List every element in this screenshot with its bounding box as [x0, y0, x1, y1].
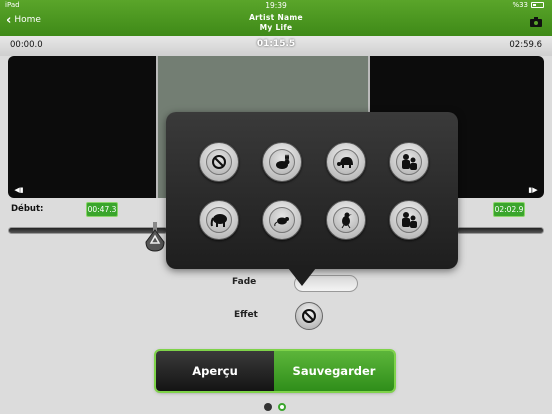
effects-popup [166, 112, 458, 269]
page-dot-1[interactable] [264, 403, 272, 411]
skip-start-icon[interactable]: ◀▮ [12, 186, 26, 195]
current-time: 01:15.5 [256, 39, 296, 49]
crowd-icon [402, 154, 417, 170]
scrub-knob[interactable] [144, 222, 166, 252]
status-battery: %33 [512, 1, 544, 9]
turtle-icon [337, 157, 353, 168]
elephant-icon [210, 214, 227, 227]
effect-turtle-button[interactable] [326, 142, 366, 182]
selection-start-handle[interactable] [156, 56, 158, 198]
battery-percent: %33 [512, 1, 528, 9]
scrub-track-right[interactable] [456, 227, 544, 234]
effect-elephant-button[interactable] [199, 200, 239, 240]
skip-end-icon[interactable]: ▮▶ [526, 186, 540, 195]
none-icon [302, 309, 316, 323]
effect-label: Effet [234, 310, 258, 320]
effect-crowd-2-button[interactable] [389, 200, 429, 240]
fade-label: Fade [232, 277, 257, 287]
camera-icon[interactable] [530, 17, 542, 27]
start-label: Début: [11, 204, 44, 214]
nav-bar: iPad 19:39 %33 ‹ Home Artist Name My Lif… [0, 0, 552, 36]
effect-rabbit-button[interactable] [262, 142, 302, 182]
current-effect-button[interactable] [295, 302, 323, 330]
song-name: My Life [259, 23, 293, 32]
crowd-icon [402, 212, 417, 228]
none-icon [212, 155, 226, 169]
popup-arrow [288, 268, 316, 286]
effect-none-button[interactable] [199, 142, 239, 182]
preview-button[interactable]: Aperçu [156, 351, 274, 391]
end-time: 02:59.6 [509, 40, 542, 50]
time-row: 00:00.0 01:15.5 02:59.6 [0, 36, 552, 56]
page-title: Artist Name My Life [0, 13, 552, 33]
effect-bird-button[interactable] [326, 200, 366, 240]
effect-crowd-button[interactable] [389, 142, 429, 182]
page-indicator [264, 403, 286, 411]
save-button[interactable]: Sauvegarder [274, 351, 394, 391]
battery-icon [531, 2, 544, 8]
trim-start-time: 00:47.3 [86, 202, 118, 217]
rabbit-icon [276, 154, 290, 169]
mouse-icon [274, 217, 289, 227]
trim-end-time: 02:02.9 [493, 202, 525, 217]
page-dot-2[interactable] [278, 403, 286, 411]
status-time: 19:39 [265, 1, 287, 10]
bird-icon [341, 212, 352, 229]
action-buttons: Aperçu Sauvegarder [156, 351, 394, 391]
effect-mouse-button[interactable] [262, 200, 302, 240]
artist-name: Artist Name [249, 13, 303, 22]
